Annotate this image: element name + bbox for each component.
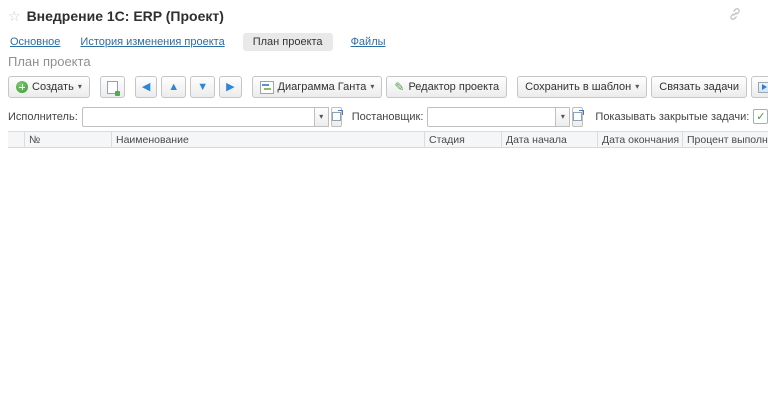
gantt-chart-icon: [260, 81, 274, 94]
executor-open-button[interactable]: [331, 107, 342, 127]
tab-project-plan[interactable]: План проекта: [243, 33, 333, 51]
col-stage[interactable]: Стадия: [425, 132, 502, 147]
arrow-right-icon: ▶: [226, 82, 234, 93]
author-dropdown-button[interactable]: ▾: [555, 107, 570, 127]
author-label: Постановщик:: [352, 111, 424, 123]
create-button-label: Создать: [32, 81, 74, 93]
tab-main[interactable]: Основное: [8, 33, 62, 51]
chevron-down-icon: ▾: [561, 113, 565, 121]
gantt-button-label: Диаграмма Ганта: [278, 81, 367, 93]
col-marker: [8, 132, 25, 147]
col-name[interactable]: Наименование: [112, 132, 425, 147]
pencil-icon: ✎: [394, 81, 404, 93]
executor-input[interactable]: [82, 107, 314, 127]
save-template-button[interactable]: Сохранить в шаблон ▾: [517, 76, 647, 98]
title-bar: ☆ Внедрение 1С: ERP (Проект): [0, 0, 768, 27]
arrow-down-icon: ▼: [197, 82, 208, 93]
move-left-button[interactable]: ◀: [135, 76, 157, 98]
copy-icon: [107, 81, 118, 94]
navigate-icon: [758, 82, 768, 93]
col-number[interactable]: №: [25, 132, 112, 147]
favorite-star-icon[interactable]: ☆: [8, 8, 21, 25]
executor-label: Исполнитель:: [8, 111, 78, 123]
arrow-up-icon: ▲: [168, 82, 179, 93]
executor-combo: ▾: [82, 107, 329, 127]
open-link-icon: [573, 112, 582, 121]
col-start-date[interactable]: Дата начала: [502, 132, 598, 147]
section-title: План проекта: [0, 51, 768, 72]
tab-history[interactable]: История изменения проекта: [78, 33, 226, 51]
col-percent[interactable]: Процент выполнения: [683, 132, 768, 147]
link-tasks-button[interactable]: Связать задачи: [651, 76, 747, 98]
editor-button-label: Редактор проекта: [408, 81, 499, 93]
show-closed-checkbox[interactable]: ✓: [753, 109, 768, 124]
link-tasks-label: Связать задачи: [659, 81, 739, 93]
move-down-button[interactable]: ▼: [190, 76, 215, 98]
plus-circle-icon: [16, 81, 28, 93]
tab-files[interactable]: Файлы: [349, 33, 388, 51]
project-editor-button[interactable]: ✎ Редактор проекта: [386, 76, 507, 98]
page-title: Внедрение 1С: ERP (Проект): [27, 8, 224, 24]
project-plan-table: №НаименованиеСтадияДата началаДата оконч…: [8, 131, 768, 148]
show-closed-label: Показывать закрытые задачи:: [595, 111, 749, 123]
chevron-down-icon: ▾: [635, 83, 639, 91]
arrow-left-icon: ◀: [142, 82, 150, 93]
copy-button[interactable]: [100, 76, 125, 98]
open-link-icon: [332, 112, 341, 121]
toolbar: Создать ▾ ◀ ▲ ▼ ▶ Диаграмма Ганта ▾ ✎ Ре…: [0, 72, 768, 102]
chevron-down-icon: ▾: [319, 113, 323, 121]
table-header: №НаименованиеСтадияДата началаДата оконч…: [8, 132, 768, 148]
author-combo: ▾: [427, 107, 570, 127]
gantt-chart-button[interactable]: Диаграмма Ганта ▾: [252, 76, 383, 98]
executor-dropdown-button[interactable]: ▾: [314, 107, 329, 127]
copy-link-icon[interactable]: [728, 7, 742, 26]
col-end-date[interactable]: Дата окончания: [598, 132, 683, 147]
save-template-label: Сохранить в шаблон: [525, 81, 631, 93]
move-right-button[interactable]: ▶: [219, 76, 241, 98]
chevron-down-icon: ▾: [370, 83, 374, 91]
chevron-down-icon: ▾: [78, 83, 82, 91]
tab-bar: Основное История изменения проекта План …: [0, 27, 768, 51]
move-up-button[interactable]: ▲: [161, 76, 186, 98]
go-to-button[interactable]: ▾: [751, 76, 768, 98]
project-plan-window: ☆ Внедрение 1С: ERP (Проект) Основное Ис…: [0, 0, 768, 409]
filter-bar: Исполнитель: ▾ Постановщик: ▾ Показывать…: [0, 102, 768, 131]
create-button[interactable]: Создать ▾: [8, 76, 90, 98]
author-open-button[interactable]: [572, 107, 583, 127]
author-input[interactable]: [427, 107, 555, 127]
